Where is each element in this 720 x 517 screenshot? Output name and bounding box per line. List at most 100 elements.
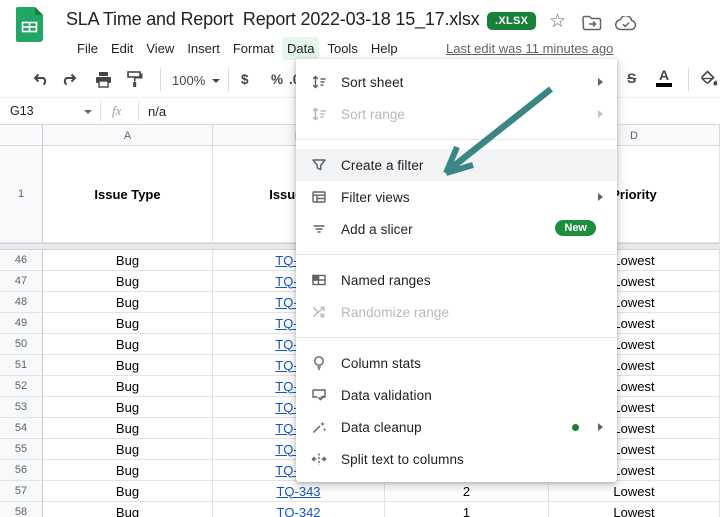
cell-d57[interactable]: Lowest bbox=[549, 481, 720, 502]
row-header-1[interactable]: 1 bbox=[0, 146, 43, 243]
row-header-54[interactable]: 54 bbox=[0, 418, 43, 439]
name-box[interactable]: G13 bbox=[10, 104, 34, 118]
menubar-item-help[interactable]: Help bbox=[366, 37, 403, 60]
row-header-55[interactable]: 55 bbox=[0, 439, 43, 460]
menubar-item-edit[interactable]: Edit bbox=[106, 37, 138, 60]
menubar-item-insert[interactable]: Insert bbox=[182, 37, 225, 60]
cell-b58[interactable]: TQ-342 bbox=[213, 502, 385, 517]
cell-d58[interactable]: Lowest bbox=[549, 502, 720, 517]
issue-key-link[interactable]: TQ- bbox=[275, 316, 297, 331]
cell-a54[interactable]: Bug bbox=[43, 418, 213, 439]
row-header-50[interactable]: 50 bbox=[0, 334, 43, 355]
last-edit-link[interactable]: Last edit was 11 minutes ago bbox=[446, 41, 613, 56]
row-header-52[interactable]: 52 bbox=[0, 376, 43, 397]
menubar-item-view[interactable]: View bbox=[141, 37, 179, 60]
menu-item-label: Add a slicer bbox=[341, 222, 413, 237]
randomize-icon bbox=[310, 303, 328, 321]
cell-a48[interactable]: Bug bbox=[43, 292, 213, 313]
fill-color-icon[interactable] bbox=[700, 70, 718, 88]
select-all-corner[interactable] bbox=[0, 125, 43, 146]
menu-item-named-ranges[interactable]: Named ranges bbox=[296, 264, 617, 296]
row-header-53[interactable]: 53 bbox=[0, 397, 43, 418]
zoom-control[interactable]: 100% bbox=[172, 73, 220, 88]
menu-item-label: Data cleanup bbox=[341, 420, 422, 435]
cloud-saved-icon[interactable] bbox=[615, 16, 637, 31]
document-title[interactable]: SLA Time and Report Report 2022-03-18 15… bbox=[66, 9, 479, 30]
row-header-56[interactable]: 56 bbox=[0, 460, 43, 481]
cell-a53[interactable]: Bug bbox=[43, 397, 213, 418]
priority-cell: Lowest bbox=[613, 274, 654, 289]
menu-item-label: Sort range bbox=[341, 107, 405, 122]
menu-item-add-a-slicer[interactable]: Add a slicerNew bbox=[296, 213, 617, 245]
issue-key-link[interactable]: TQ-342 bbox=[276, 505, 320, 517]
issue-key-link[interactable]: TQ- bbox=[275, 442, 297, 457]
menu-item-column-stats[interactable]: Column stats bbox=[296, 347, 617, 379]
issue-key-link[interactable]: TQ- bbox=[275, 337, 297, 352]
undo-icon[interactable] bbox=[32, 71, 50, 87]
toolbar-divider bbox=[228, 68, 229, 91]
filter-views-icon bbox=[310, 188, 328, 206]
name-box-caret-icon[interactable] bbox=[84, 110, 92, 114]
cell-a51[interactable]: Bug bbox=[43, 355, 213, 376]
menu-item-data-validation[interactable]: Data validation bbox=[296, 379, 617, 411]
menubar-item-tools[interactable]: Tools bbox=[322, 37, 362, 60]
paint-format-icon[interactable] bbox=[127, 71, 144, 88]
cell-b57[interactable]: TQ-343 bbox=[213, 481, 385, 502]
cell-a58[interactable]: Bug bbox=[43, 502, 213, 517]
row-header-46[interactable]: 46 bbox=[0, 250, 43, 271]
row-header-49[interactable]: 49 bbox=[0, 313, 43, 334]
green-dot-indicator bbox=[572, 424, 579, 431]
row-header-48[interactable]: 48 bbox=[0, 292, 43, 313]
text-color-button[interactable]: A bbox=[656, 69, 672, 87]
issue-key-link[interactable]: TQ- bbox=[275, 253, 297, 268]
cell-a57[interactable]: Bug bbox=[43, 481, 213, 502]
issue-key-link[interactable]: TQ- bbox=[275, 421, 297, 436]
cell-a49[interactable]: Bug bbox=[43, 313, 213, 334]
row-header-57[interactable]: 57 bbox=[0, 481, 43, 502]
menubar-item-format[interactable]: Format bbox=[228, 37, 279, 60]
issue-key-link[interactable]: TQ- bbox=[275, 379, 297, 394]
menu-item-data-cleanup[interactable]: Data cleanup bbox=[296, 411, 617, 443]
issue-key-link[interactable]: TQ- bbox=[275, 274, 297, 289]
cell-a46[interactable]: Bug bbox=[43, 250, 213, 271]
cell-a50[interactable]: Bug bbox=[43, 334, 213, 355]
row-header-51[interactable]: 51 bbox=[0, 355, 43, 376]
cell-a55[interactable]: Bug bbox=[43, 439, 213, 460]
data-validation-icon bbox=[310, 386, 328, 404]
menu-item-sort-sheet[interactable]: Sort sheet bbox=[296, 66, 617, 98]
cell-a56[interactable]: Bug bbox=[43, 460, 213, 481]
menu-item-create-a-filter[interactable]: Create a filter bbox=[296, 149, 617, 181]
menubar-item-data[interactable]: Data bbox=[282, 37, 319, 60]
cell-a52[interactable]: Bug bbox=[43, 376, 213, 397]
issue-key-link[interactable]: TQ- bbox=[275, 400, 297, 415]
issue-key-link[interactable]: TQ- bbox=[275, 358, 297, 373]
issue-key-link[interactable]: TQ- bbox=[275, 463, 297, 478]
menu-item-sort-range: Sort range bbox=[296, 98, 617, 130]
issue-key-link[interactable]: TQ-343 bbox=[276, 484, 320, 499]
strikethrough-button[interactable]: S bbox=[627, 70, 636, 86]
header-cell-a1[interactable]: Issue Type bbox=[43, 146, 213, 243]
redo-icon[interactable] bbox=[60, 71, 78, 87]
menu-item-label: Data validation bbox=[341, 388, 432, 403]
menubar-item-file[interactable]: File bbox=[72, 37, 103, 60]
cell-c57[interactable]: 2 bbox=[385, 481, 549, 502]
menu-item-label: Column stats bbox=[341, 356, 421, 371]
cell-c58[interactable]: 1 bbox=[385, 502, 549, 517]
row-header-58[interactable]: 58 bbox=[0, 502, 43, 517]
issue-type-cell: Bug bbox=[116, 295, 139, 310]
issue-key-link[interactable]: TQ- bbox=[275, 295, 297, 310]
submenu-arrow-icon bbox=[598, 78, 603, 86]
formula-input[interactable]: n/a bbox=[148, 104, 166, 119]
menu-item-filter-views[interactable]: Filter views bbox=[296, 181, 617, 213]
print-icon[interactable] bbox=[95, 71, 112, 88]
star-icon[interactable]: ☆ bbox=[549, 10, 566, 33]
move-to-folder-icon[interactable] bbox=[582, 15, 602, 31]
xlsx-file-badge: .XLSX bbox=[487, 12, 536, 30]
format-percent-button[interactable]: % bbox=[271, 72, 283, 87]
row-header-47[interactable]: 47 bbox=[0, 271, 43, 292]
column-header-a[interactable]: A bbox=[43, 125, 213, 146]
submenu-arrow-icon bbox=[598, 110, 603, 118]
cell-a47[interactable]: Bug bbox=[43, 271, 213, 292]
menu-item-split-text-to-columns[interactable]: Split text to columns bbox=[296, 443, 617, 475]
format-currency-button[interactable]: $ bbox=[241, 72, 249, 87]
